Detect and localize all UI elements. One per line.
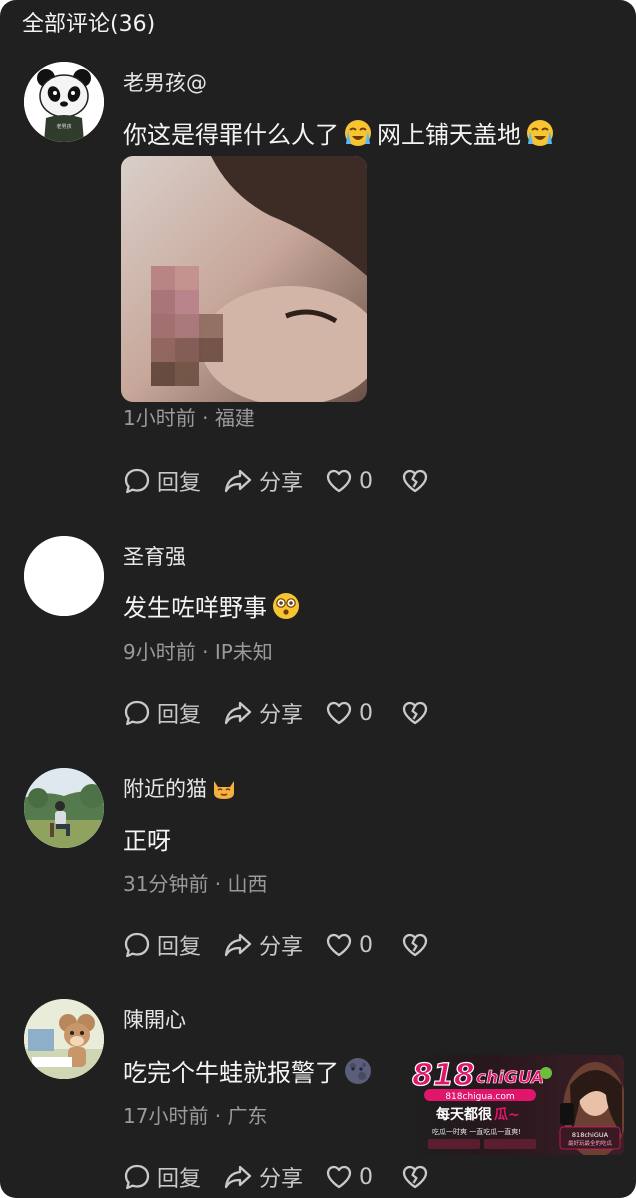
broken-heart-icon: [402, 1165, 428, 1189]
dislike-button[interactable]: [401, 468, 435, 494]
like-count: 0: [359, 932, 374, 958]
speech-bubble-icon: [124, 1164, 150, 1190]
ad-banner[interactable]: 818 chiGUA 818chigua.com 每天都很 瓜~ 吃瓜一时爽 一…: [410, 1055, 624, 1155]
comments-header: 全部评论(36): [22, 12, 156, 37]
reply-button[interactable]: 回复: [123, 697, 201, 729]
like-button[interactable]: 0: [325, 468, 373, 494]
username[interactable]: 陳開心: [123, 1005, 186, 1035]
broken-heart-icon: [402, 469, 428, 493]
share-arrow-icon: [224, 701, 252, 725]
dislike-button[interactable]: [401, 700, 435, 726]
like-button[interactable]: 0: [325, 932, 373, 958]
broken-heart-icon: [402, 933, 428, 957]
comment-meta: 1小时前 · 福建: [123, 406, 255, 430]
heart-icon: [326, 469, 352, 493]
username[interactable]: 附近的猫: [123, 774, 241, 809]
comment-text: 正呀: [123, 827, 171, 855]
ad-graphic: 818 chiGUA 818chigua.com 每天都很 瓜~ 吃瓜一时爽 一…: [410, 1055, 624, 1155]
like-button[interactable]: 0: [325, 700, 373, 726]
broken-heart-icon: [402, 701, 428, 725]
speech-bubble-icon: [124, 700, 150, 726]
comment-text: 发生咗咩野事: [123, 591, 305, 630]
share-button[interactable]: 分享: [223, 1161, 303, 1193]
share-arrow-icon: [224, 1165, 252, 1189]
comment-meta: 9小时前 · IP未知: [123, 640, 273, 664]
person-outdoor-avatar-icon: [24, 768, 104, 848]
like-count: 0: [359, 1164, 374, 1190]
svg-text:瓜~: 瓜~: [494, 1107, 520, 1123]
svg-text:老男孩: 老男孩: [56, 123, 71, 130]
dislike-button[interactable]: [401, 1164, 435, 1190]
panda-avatar-icon: 老男孩: [24, 62, 104, 142]
share-button[interactable]: 分享: [223, 929, 303, 961]
comment-image[interactable]: [121, 156, 367, 402]
svg-text:每天都很: 每天都很: [436, 1106, 493, 1123]
cat-face-emoji: [211, 775, 237, 809]
svg-text:818chiGUA: 818chiGUA: [572, 1131, 609, 1139]
heart-icon: [326, 933, 352, 957]
like-count: 0: [359, 468, 374, 494]
svg-text:818: 818: [412, 1058, 475, 1093]
comment-meta: 17小时前 · 广东: [123, 1104, 268, 1128]
heart-icon: [326, 1165, 352, 1189]
heart-icon: [326, 701, 352, 725]
cartoon-mouse-avatar-icon: [24, 999, 104, 1079]
comments-panel: 全部评论(36) 老男孩 老男孩@ 你这是得罪什么人了 网上铺天盖地 1小时前 ·: [0, 0, 636, 1198]
share-arrow-icon: [224, 933, 252, 957]
reply-button[interactable]: 回复: [123, 1161, 201, 1193]
speech-bubble-icon: [124, 932, 150, 958]
hushed-face-emoji: [271, 591, 301, 630]
comment-text: 吃完个牛蛙就报警了: [123, 1056, 377, 1095]
comment-actions: 回复 分享 0: [123, 465, 457, 497]
comment-actions: 回复 分享 0: [123, 1161, 457, 1193]
new-moon-face-emoji: [343, 1056, 373, 1095]
blank-avatar-icon: [24, 536, 104, 616]
username[interactable]: 老男孩@: [123, 68, 207, 98]
share-button[interactable]: 分享: [223, 465, 303, 497]
blurred-photo-icon: [121, 156, 367, 402]
comment-actions: 回复 分享 0: [123, 697, 457, 729]
avatar[interactable]: [24, 768, 104, 848]
reply-button[interactable]: 回复: [123, 929, 201, 961]
svg-text:最好玩最全的吃瓜: 最好玩最全的吃瓜: [568, 1139, 613, 1147]
avatar[interactable]: [24, 999, 104, 1079]
svg-text:吃瓜一时爽 一直吃瓜一直爽!: 吃瓜一时爽 一直吃瓜一直爽!: [432, 1127, 521, 1136]
reply-button[interactable]: 回复: [123, 465, 201, 497]
crying-face-emoji: [343, 118, 373, 157]
username[interactable]: 圣育强: [123, 542, 186, 572]
comment-meta: 31分钟前 · 山西: [123, 872, 268, 896]
comment-text: 你这是得罪什么人了 网上铺天盖地: [123, 118, 559, 157]
share-arrow-icon: [224, 469, 252, 493]
avatar[interactable]: [24, 536, 104, 616]
avatar[interactable]: 老男孩: [24, 62, 104, 142]
speech-bubble-icon: [124, 468, 150, 494]
like-button[interactable]: 0: [325, 1164, 373, 1190]
dislike-button[interactable]: [401, 932, 435, 958]
svg-text:chiGUA: chiGUA: [476, 1068, 544, 1088]
svg-text:818chigua.com: 818chigua.com: [445, 1092, 514, 1102]
like-count: 0: [359, 700, 374, 726]
comment-actions: 回复 分享 0: [123, 929, 457, 961]
crying-face-emoji: [525, 118, 555, 157]
share-button[interactable]: 分享: [223, 697, 303, 729]
